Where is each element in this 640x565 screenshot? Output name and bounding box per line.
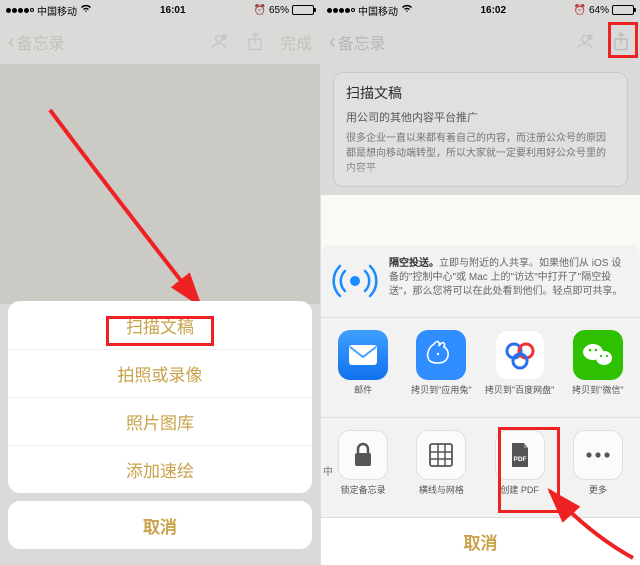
back-label: 备忘录 (338, 30, 386, 54)
mail-icon (338, 330, 388, 380)
action-row: 中 锁定备忘录 横线与网格 PDF 创建 PDF (321, 418, 640, 517)
more-icon (573, 430, 623, 480)
airdrop-row[interactable]: 隔空投送。立即与附近的人共享。如果他们从 iOS 设备的"控制中心"或 Mac … (321, 245, 640, 318)
app-row: 邮件 拷贝到"应用兔" 拷贝到"百度网盘" 拷贝到"微信" (321, 318, 640, 418)
lock-icon (338, 430, 388, 480)
sheet-item-camera[interactable]: 拍照或录像 (8, 349, 312, 397)
action-lock[interactable]: 锁定备忘录 (328, 430, 398, 507)
share-sheet: 隔空投送。立即与附近的人共享。如果他们从 iOS 设备的"控制中心"或 Mac … (321, 245, 640, 565)
carrier-label: 中国移动 (358, 3, 398, 18)
app-label: 拷贝到"微信" (563, 385, 633, 407)
wechat-icon (573, 330, 623, 380)
action-label: 创建 PDF (485, 485, 555, 507)
alarm-icon: ⏰ (574, 5, 586, 16)
action-sheet: 扫描文稿 拍照或录像 照片图库 添加速绘 取消 (8, 301, 312, 557)
alarm-icon: ⏰ (254, 5, 266, 16)
app-label: 拷贝到"应用兔" (406, 385, 476, 407)
phone-right: 中国移动 16:02 ⏰ 64% ‹ 备忘录 扫描文稿 用公司的其他内容平台推广 (320, 0, 640, 565)
pdf-icon: PDF (495, 430, 545, 480)
person-add-icon[interactable] (574, 31, 596, 53)
note-area (0, 64, 320, 304)
nav-bar: ‹ 备忘录 (321, 20, 640, 64)
chevron-left-icon: ‹ (8, 31, 15, 54)
note-title: 扫描文稿 (346, 83, 615, 103)
sheet-item-photos[interactable]: 照片图库 (8, 397, 312, 445)
note-body: 很多企业一直以来都有着自己的内容，而注册公众号的原因都是想向移动端转型，所以大家… (346, 131, 615, 176)
app-label: 拷贝到"百度网盘" (485, 385, 555, 407)
battery-pct: 64% (589, 5, 609, 16)
phone-left: 中国移动 16:01 ⏰ 65% ‹ 备忘录 完成 (0, 0, 320, 565)
action-label: 更多 (563, 485, 633, 507)
carrier-label: 中国移动 (37, 3, 77, 18)
svg-text:PDF: PDF (513, 456, 526, 463)
back-button[interactable]: ‹ 备忘录 (329, 30, 386, 54)
battery-pct: 65% (269, 5, 289, 16)
wifi-icon (401, 4, 413, 16)
sheet-cancel[interactable]: 取消 (8, 501, 312, 549)
app-wechat[interactable]: 拷贝到"微信" (563, 330, 633, 407)
share-icon[interactable] (244, 31, 266, 53)
status-bar: 中国移动 16:02 ⏰ 64% (321, 0, 640, 20)
share-icon[interactable] (610, 31, 632, 53)
back-label: 备忘录 (17, 30, 65, 54)
signal-icon (327, 8, 355, 13)
action-label: 横线与网格 (406, 485, 476, 507)
action-label: 锁定备忘录 (328, 485, 398, 507)
airdrop-icon (331, 257, 379, 305)
rabbit-icon (416, 330, 466, 380)
app-yingyongtu[interactable]: 拷贝到"应用兔" (406, 330, 476, 407)
action-more[interactable]: 更多 (563, 430, 633, 507)
action-pdf[interactable]: PDF 创建 PDF (485, 430, 555, 507)
app-label: 邮件 (328, 385, 398, 407)
chevron-left-icon: ‹ (329, 31, 336, 54)
done-button[interactable]: 完成 (280, 30, 312, 54)
status-time: 16:01 (160, 5, 186, 16)
app-mail[interactable]: 邮件 (328, 330, 398, 407)
signal-icon (6, 8, 34, 13)
action-grid[interactable]: 横线与网格 (406, 430, 476, 507)
note-subtitle: 用公司的其他内容平台推广 (346, 109, 615, 125)
back-button[interactable]: ‹ 备忘录 (8, 30, 65, 54)
note-preview: 扫描文稿 用公司的其他内容平台推广 很多企业一直以来都有着自己的内容，而注册公众… (333, 72, 628, 187)
battery-icon (612, 5, 634, 15)
person-add-icon[interactable] (208, 31, 230, 53)
status-bar: 中国移动 16:01 ⏰ 65% (0, 0, 320, 20)
wifi-icon (80, 4, 92, 16)
app-baidu[interactable]: 拷贝到"百度网盘" (485, 330, 555, 407)
status-time: 16:02 (480, 5, 506, 16)
battery-icon (292, 5, 314, 15)
nav-bar: ‹ 备忘录 完成 (0, 20, 320, 64)
sheet-item-sketch[interactable]: 添加速绘 (8, 445, 312, 493)
airdrop-text: 隔空投送。立即与附近的人共享。如果他们从 iOS 设备的"控制中心"或 Mac … (389, 257, 630, 305)
cut-label: 中 (323, 463, 333, 478)
share-cancel[interactable]: 取消 (321, 517, 640, 565)
baidu-icon (495, 330, 545, 380)
grid-icon (416, 430, 466, 480)
sheet-item-scan[interactable]: 扫描文稿 (8, 301, 312, 349)
